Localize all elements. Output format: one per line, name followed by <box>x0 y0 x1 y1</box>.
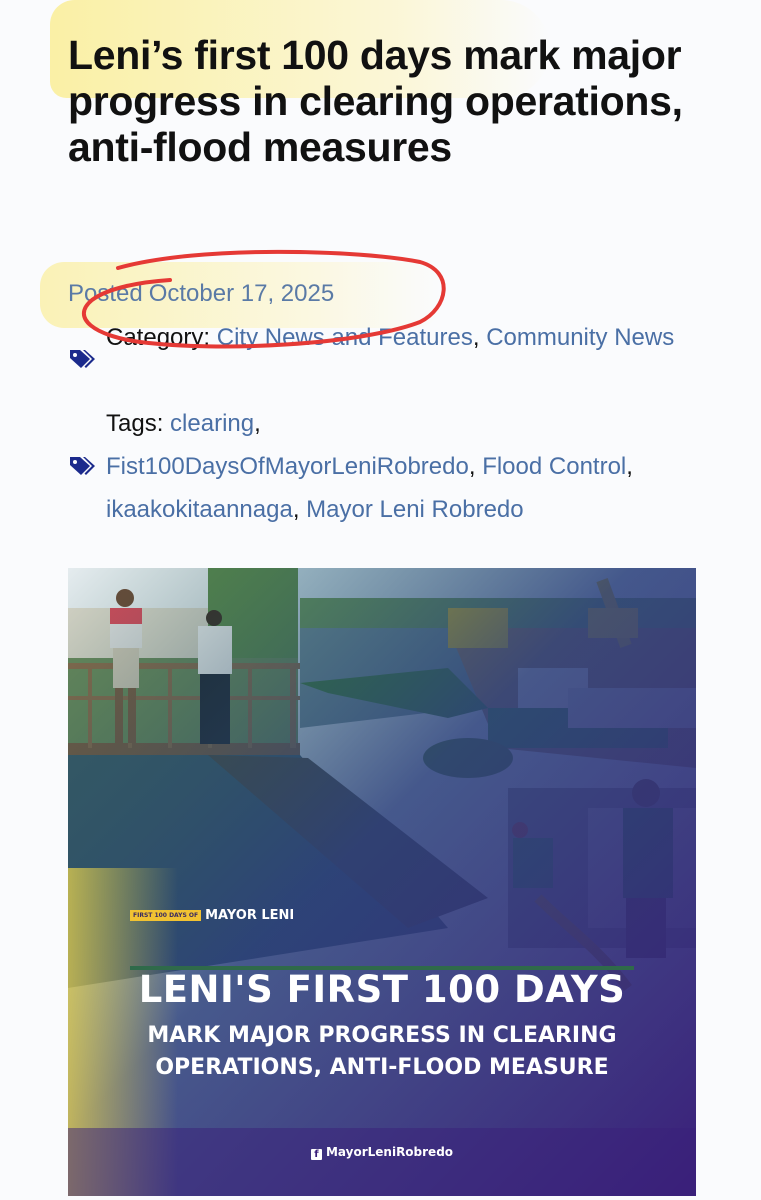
tag-link-mayor-leni-robredo[interactable]: Mayor Leni Robredo <box>306 496 523 523</box>
category-row: Category: City News and Features, Commun… <box>106 324 675 351</box>
hero-image-graphic <box>68 568 696 1196</box>
hero-subheadline-line-1: MARK MAJOR PROGRESS IN CLEARING <box>147 1023 617 1048</box>
hero-subheadline-line-2: OPERATIONS, ANTI-FLOOD MEASURE <box>155 1055 609 1080</box>
article-title: Leni’s first 100 days mark major progres… <box>68 32 683 170</box>
first-100-days-badge: FIRST 100 DAYS OF <box>130 910 202 921</box>
tag-link-flood-control[interactable]: Flood Control <box>482 453 626 480</box>
posted-label: Posted <box>68 280 143 307</box>
hero-brand: FIRST 100 DAYS OF MAYOR LENI <box>130 908 294 923</box>
category-label: Category: <box>106 324 211 351</box>
hero-headline: LENI'S FIRST 100 DAYS <box>138 968 626 1011</box>
facebook-handle-text: MayorLeniRobredo <box>325 1145 454 1159</box>
category-link-city-news[interactable]: City News and Features <box>217 324 473 351</box>
tag-link-ikaakokitaannaga[interactable]: ikaakokitaannaga <box>106 496 293 523</box>
facebook-icon: f <box>310 1149 322 1160</box>
category-tag-icon <box>70 350 95 368</box>
posted-date: Posted October 17, 2025 <box>68 280 334 308</box>
hero-brand-name: MAYOR LENI <box>205 908 295 923</box>
hero-subheadline: MARK MAJOR PROGRESS IN CLEARING OPERATIO… <box>68 1020 696 1084</box>
tag-link-clearing[interactable]: clearing <box>170 410 254 437</box>
hero-facebook-handle: f MayorLeniRobredo <box>68 1145 696 1160</box>
tags-label: Tags: <box>106 410 164 437</box>
posted-date-value[interactable]: October 17, 2025 <box>149 280 334 307</box>
tags-row: Tags: clearing, Fist100DaysOfMayorLeniRo… <box>106 410 633 523</box>
tag-link-first100days[interactable]: Fist100DaysOfMayorLeniRobredo <box>106 453 469 480</box>
tags-tag-icon <box>70 457 95 475</box>
category-link-community-news[interactable]: Community News <box>486 324 674 351</box>
hero-image[interactable]: FIRST 100 DAYS OF MAYOR LENI LENI'S FIRST… <box>68 568 696 1196</box>
